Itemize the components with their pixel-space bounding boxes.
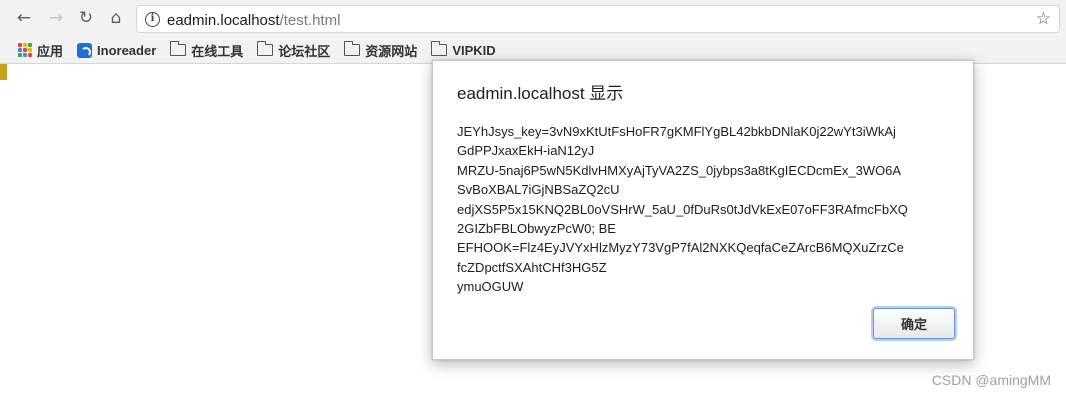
folder-icon: [343, 41, 361, 56]
folder-icon: [256, 41, 274, 56]
url-host: eadmin.localhost: [167, 12, 280, 29]
bookmark-label: 应用: [37, 43, 64, 59]
message-line: SvBoXBAL7iGjNBSaZQ2cU: [457, 182, 620, 198]
forward-arrow-icon: →: [48, 8, 64, 28]
bookmarks-bar: 应用 Inoreader 在线工具 论坛社区 资源网站 VIPKID: [18, 40, 510, 60]
folder-icon: [430, 41, 448, 56]
bookmark-apps[interactable]: 应用: [18, 41, 63, 60]
watermark: CSDN @amingMM: [931, 372, 1051, 388]
bookmark-label: 在线工具: [191, 43, 244, 59]
message-line: GdPPJxaxEkH-iaN12yJ: [457, 143, 595, 159]
inoreader-icon: [77, 42, 93, 58]
back-button[interactable]: ←: [12, 6, 36, 30]
bookmark-label: 资源网站: [365, 43, 418, 59]
ok-button[interactable]: 确定: [873, 308, 955, 339]
address-bar[interactable]: i eadmin.localhost/test.html ☆: [136, 5, 1060, 33]
url-path: /test.html: [279, 12, 341, 29]
bookmark-inoreader[interactable]: Inoreader: [77, 42, 157, 58]
message-line: edjXS5P5x15KNQ2BL0oVSHrW_5aU_0fDuRs0tJdV…: [457, 201, 908, 217]
back-arrow-icon: ←: [16, 8, 32, 28]
message-line: 2GIZbFBLObwyzPcW0; BE: [457, 221, 616, 237]
alert-dialog: eadmin.localhost 显示 JEYhJsys_key=3vN9xKt…: [432, 60, 974, 360]
browser-toolbar: ← → ↻ ⌂ i eadmin.localhost/test.html ☆ 应…: [0, 0, 1066, 64]
bookmark-folder-vipkid[interactable]: VIPKID: [430, 41, 496, 58]
bookmark-label: 论坛社区: [278, 43, 331, 59]
dialog-message: JEYhJsys_key=3vN9xKtUtFsHoFR7gKMFlYgBL42…: [457, 122, 957, 297]
reload-button[interactable]: ↻: [74, 6, 98, 30]
bookmark-label: VIPKID: [452, 42, 496, 58]
apps-grid-icon: [18, 43, 32, 57]
message-line: fcZDpctfSXAhtCHf3HG5Z: [457, 259, 607, 275]
home-button[interactable]: ⌂: [104, 6, 128, 30]
url-text[interactable]: eadmin.localhost/test.html: [167, 12, 340, 29]
folder-icon: [169, 41, 187, 56]
home-icon: ⌂: [110, 8, 122, 28]
message-line: JEYhJsys_key=3vN9xKtUtFsHoFR7gKMFlYgBL42…: [457, 124, 896, 139]
forward-button[interactable]: →: [44, 6, 68, 30]
bookmark-folder-online-tools[interactable]: 在线工具: [169, 41, 244, 60]
bookmark-folder-resources[interactable]: 资源网站: [343, 41, 418, 60]
dialog-title: eadmin.localhost 显示: [457, 84, 624, 103]
bookmark-star-icon[interactable]: ☆: [1036, 9, 1051, 29]
site-info-icon[interactable]: i: [145, 12, 160, 27]
bookmark-label: Inoreader: [97, 42, 157, 58]
bookmark-folder-forums[interactable]: 论坛社区: [256, 41, 331, 60]
message-line: MRZU-5naj6P5wN5KdlvHMXyAjTyVA2ZS_0jybps3…: [457, 162, 902, 178]
message-line: ymuOGUW: [457, 279, 524, 295]
message-line: EFHOOK=Flz4EyJVYxHlzMyzY73VgP7fAl2NXKQeq…: [457, 240, 904, 256]
reload-icon: ↻: [78, 8, 94, 28]
